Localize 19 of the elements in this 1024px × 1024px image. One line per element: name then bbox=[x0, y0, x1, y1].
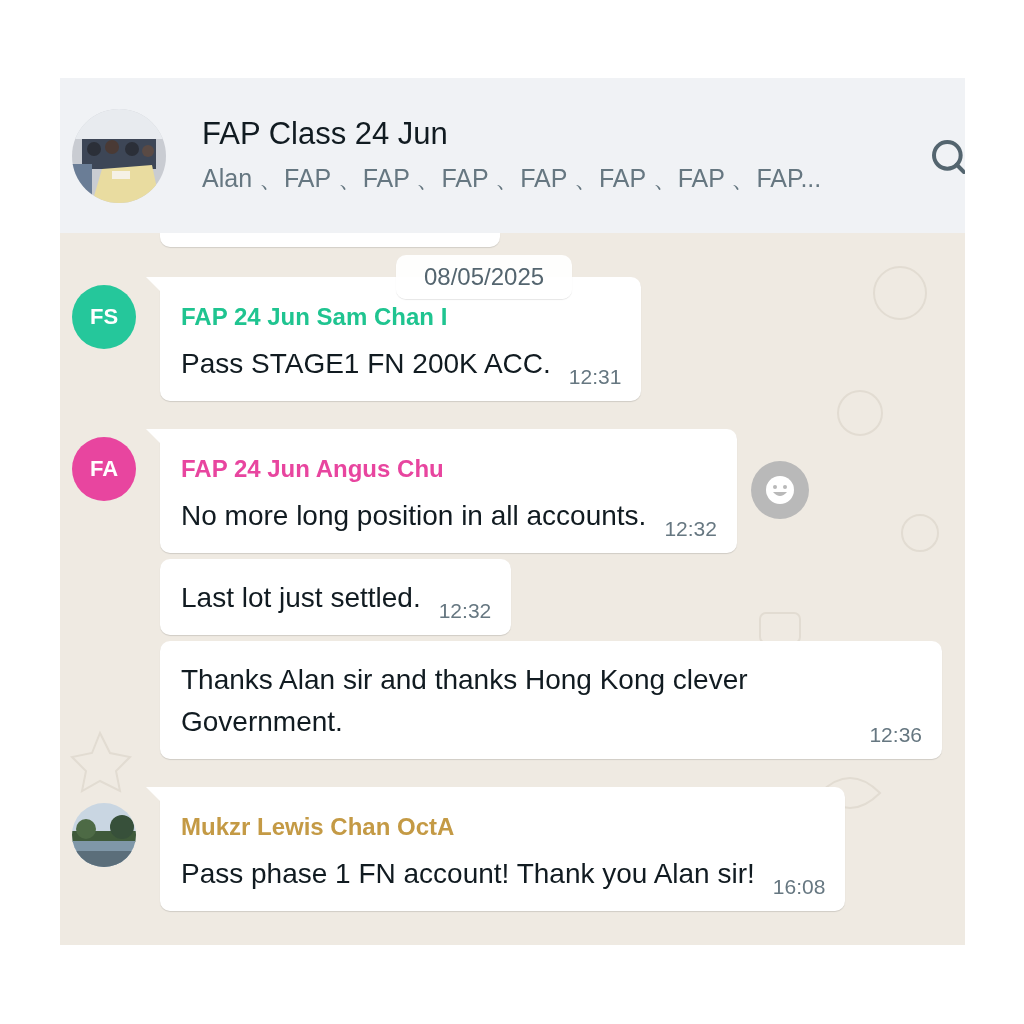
sender-name: Mukzr Lewis Chan OctA bbox=[181, 813, 456, 841]
smiley-icon bbox=[764, 475, 795, 505]
sender-name: FAP 24 Jun Sam Chan I bbox=[181, 303, 449, 331]
group-name: FAP Class 24 Jun bbox=[202, 116, 449, 152]
message-time: 16:08 bbox=[772, 875, 826, 899]
avatar[interactable]: FA bbox=[72, 437, 136, 501]
message-text: Last lot just settled. bbox=[181, 581, 421, 615]
participant-list: Alan 、FAP 、FAP 、FAP 、FAP 、FAP 、FAP 、FAP... bbox=[202, 162, 822, 195]
message-text: Thanks Alan sir and thanks Hong Kong clever Government. bbox=[181, 663, 749, 739]
message-text: Pass phase 1 FN account! Thank you Alan sir! bbox=[181, 857, 755, 891]
message-text: No more long position in all accounts. bbox=[181, 499, 647, 533]
message-time: 12:32 bbox=[664, 517, 717, 541]
message-time: 12:31 bbox=[568, 365, 622, 389]
avatar[interactable]: FS bbox=[72, 285, 136, 349]
sender-name: FAP 24 Jun Angus Chu bbox=[181, 455, 445, 483]
message-time: 12:32 bbox=[438, 599, 492, 623]
date-chip: 08/05/2025 bbox=[396, 255, 573, 299]
message-time: 12:36 bbox=[869, 723, 922, 747]
message-text: Pass STAGE1 FN 200K ACC. bbox=[181, 347, 551, 381]
